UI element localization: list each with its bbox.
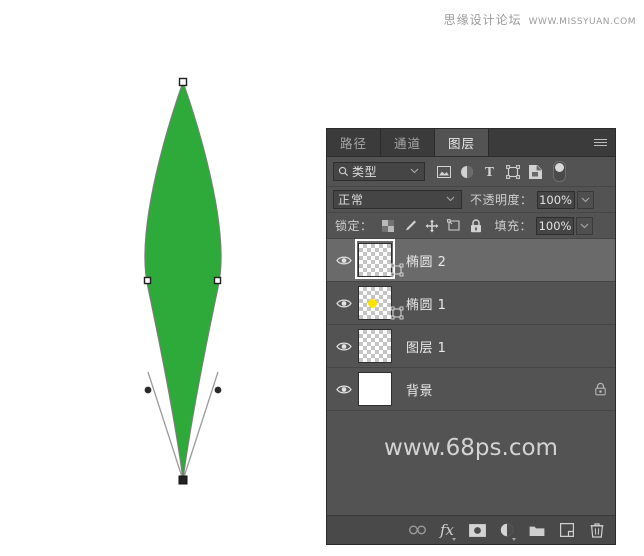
smart-object-filter-icon[interactable] [524,161,547,183]
layer-name: 椭圆 1 [406,297,447,313]
chevron-down-icon [408,168,421,176]
anchor-point-top[interactable] [178,77,188,87]
watermark-top-right: 思缘设计论坛 WWW.MISSYUAN.COM [444,11,636,28]
text-filter-icon[interactable]: T [478,161,501,183]
layers-panel[interactable]: 路径 通道 图层 类型 T 正常 不透明度： 100% 锁定： 填充： 100%… [326,128,616,545]
leaf-fill-path [144,82,222,480]
canvas-area[interactable] [0,0,325,556]
layer-filter-row[interactable]: 类型 T [327,157,615,187]
adjustment-layer-icon[interactable] [496,519,518,541]
search-icon [337,166,350,177]
layers-panel-bottom-toolbar[interactable]: fx [327,515,615,544]
layer-thumbnail-wrap[interactable] [358,371,398,407]
layer-visibility-toggle[interactable] [331,384,356,395]
anchor-point-bottom[interactable] [178,475,188,485]
panel-tabstrip[interactable]: 路径 通道 图层 [327,129,615,157]
image-filter-icon[interactable] [432,161,455,183]
anchor-point-left[interactable] [143,276,152,285]
layer-name: 背景 [406,383,434,399]
layer-thumbnail[interactable] [358,286,392,320]
layer-list[interactable]: 椭圆 2 椭圆 1 图层 1 背景 [327,239,615,411]
chevron-down-icon [444,196,457,204]
watermark-top-cn: 思缘设计论坛 [443,13,522,27]
layer-name: 图层 1 [406,340,447,356]
filter-toggle-switch[interactable] [553,161,566,182]
tab-channels[interactable]: 通道 [381,129,436,156]
layer-thumbnail[interactable] [358,329,392,363]
watermark-panel: www.68ps.com [384,435,558,461]
lock-icon-group[interactable] [377,216,487,236]
shape-filter-icon[interactable] [501,161,524,183]
background-lock-icon [594,382,607,396]
filter-icon-group[interactable]: T [432,161,566,183]
panel-menu-button[interactable] [585,129,615,156]
layer-thumbnail[interactable] [358,372,392,406]
blend-mode-value: 正常 [338,193,365,207]
layer-thumbnail-wrap[interactable] [355,239,404,279]
bezier-handle-point-right[interactable] [214,386,222,394]
lock-label: 锁定： [335,219,373,233]
layer-thumbnail-wrap[interactable] [358,285,404,321]
vector-mask-icon[interactable] [390,263,404,280]
fill-input[interactable]: 100% [536,216,575,235]
layer-mask-icon[interactable] [466,519,488,541]
layer-visibility-toggle[interactable] [331,341,356,352]
layer-style-fx-icon[interactable]: fx [436,519,458,541]
layer-row-background[interactable]: 背景 [327,368,615,411]
layer-thumbnail-wrap[interactable] [358,328,398,364]
lock-transparent-pixels-icon[interactable] [377,216,399,236]
lock-fill-row[interactable]: 锁定： 填充： 100% [327,213,615,239]
fill-label: 填充： [494,219,533,233]
adjustment-filter-icon[interactable] [455,161,478,183]
hamburger-menu-icon [593,137,607,148]
blend-opacity-row[interactable]: 正常 不透明度： 100% [327,187,615,213]
anchor-point-right[interactable] [213,276,222,285]
layer-row-ellipse-2[interactable]: 椭圆 2 [327,239,615,282]
layer-visibility-toggle[interactable] [331,298,356,309]
fill-stepper[interactable] [576,216,594,235]
lock-all-icon[interactable] [465,216,487,236]
filter-kind-label: 类型 [352,165,378,179]
bezier-handle-point-left[interactable] [144,386,152,394]
new-group-icon[interactable] [526,519,548,541]
filter-kind-select[interactable]: 类型 [333,162,425,181]
opacity-input[interactable]: 100% [536,190,575,209]
svg-text:T: T [485,165,494,178]
layer-name: 椭圆 2 [406,254,447,270]
layer-visibility-toggle[interactable] [331,255,356,266]
new-layer-icon[interactable] [556,519,578,541]
link-layers-icon[interactable] [406,519,428,541]
leaf-vector-shape[interactable] [120,60,305,490]
layer-thumbnail[interactable] [358,243,392,277]
lock-position-icon[interactable] [421,216,443,236]
watermark-top-en: WWW.MISSYUAN.COM [528,17,636,27]
layer-row-layer-1[interactable]: 图层 1 [327,325,615,368]
opacity-label: 不透明度： [470,193,533,207]
layer-row-ellipse-1[interactable]: 椭圆 1 [327,282,615,325]
lock-image-pixels-icon[interactable] [399,216,421,236]
opacity-stepper[interactable] [576,190,594,209]
blend-mode-select[interactable]: 正常 [333,190,462,209]
lock-artboard-icon[interactable] [443,216,465,236]
tab-paths[interactable]: 路径 [327,129,382,156]
thumbnail-yellow-dot [368,299,377,308]
delete-layer-icon[interactable] [586,519,608,541]
vector-mask-icon[interactable] [390,306,404,323]
tab-layers[interactable]: 图层 [435,129,490,156]
